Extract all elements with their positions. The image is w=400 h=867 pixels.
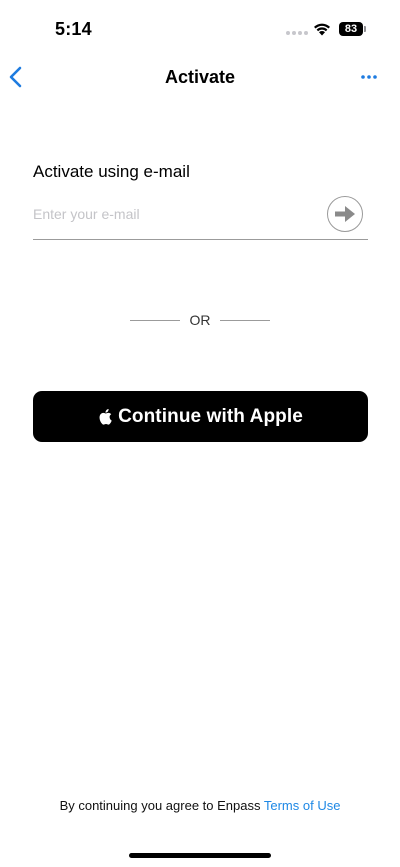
submit-email-button[interactable] <box>327 196 363 232</box>
terms-notice: By continuing you agree to Enpass Terms … <box>0 798 400 813</box>
divider-line-right <box>220 320 270 321</box>
activate-screen: 5:14 83 Activate Activate using e-mail E… <box>0 0 400 867</box>
battery-level: 83 <box>339 22 363 36</box>
page-title: Activate <box>164 67 236 87</box>
terms-notice-prefix: By continuing you agree to Enpass <box>59 798 264 813</box>
arrow-right-icon <box>335 206 355 222</box>
email-section-label: Activate using e-mail <box>33 162 190 181</box>
terms-of-use-link[interactable]: Terms of Use <box>264 798 341 813</box>
apple-logo-icon <box>99 409 112 425</box>
status-bar: 5:14 83 <box>0 0 400 54</box>
navigation-bar: Activate <box>0 56 400 100</box>
email-input[interactable] <box>33 196 323 232</box>
cellular-signal-icon <box>286 31 308 35</box>
apple-button-label: Continue with Apple <box>118 405 303 427</box>
email-underline <box>33 239 368 240</box>
status-time: 5:14 <box>55 19 92 39</box>
wifi-icon <box>314 23 330 36</box>
email-row <box>33 196 368 240</box>
battery-cap-icon <box>364 26 366 32</box>
or-divider: OR <box>130 311 270 329</box>
more-options-button[interactable] <box>358 66 380 88</box>
home-indicator[interactable] <box>129 853 271 858</box>
continue-with-apple-button[interactable]: Continue with Apple <box>33 391 368 442</box>
ellipsis-icon <box>361 75 377 79</box>
